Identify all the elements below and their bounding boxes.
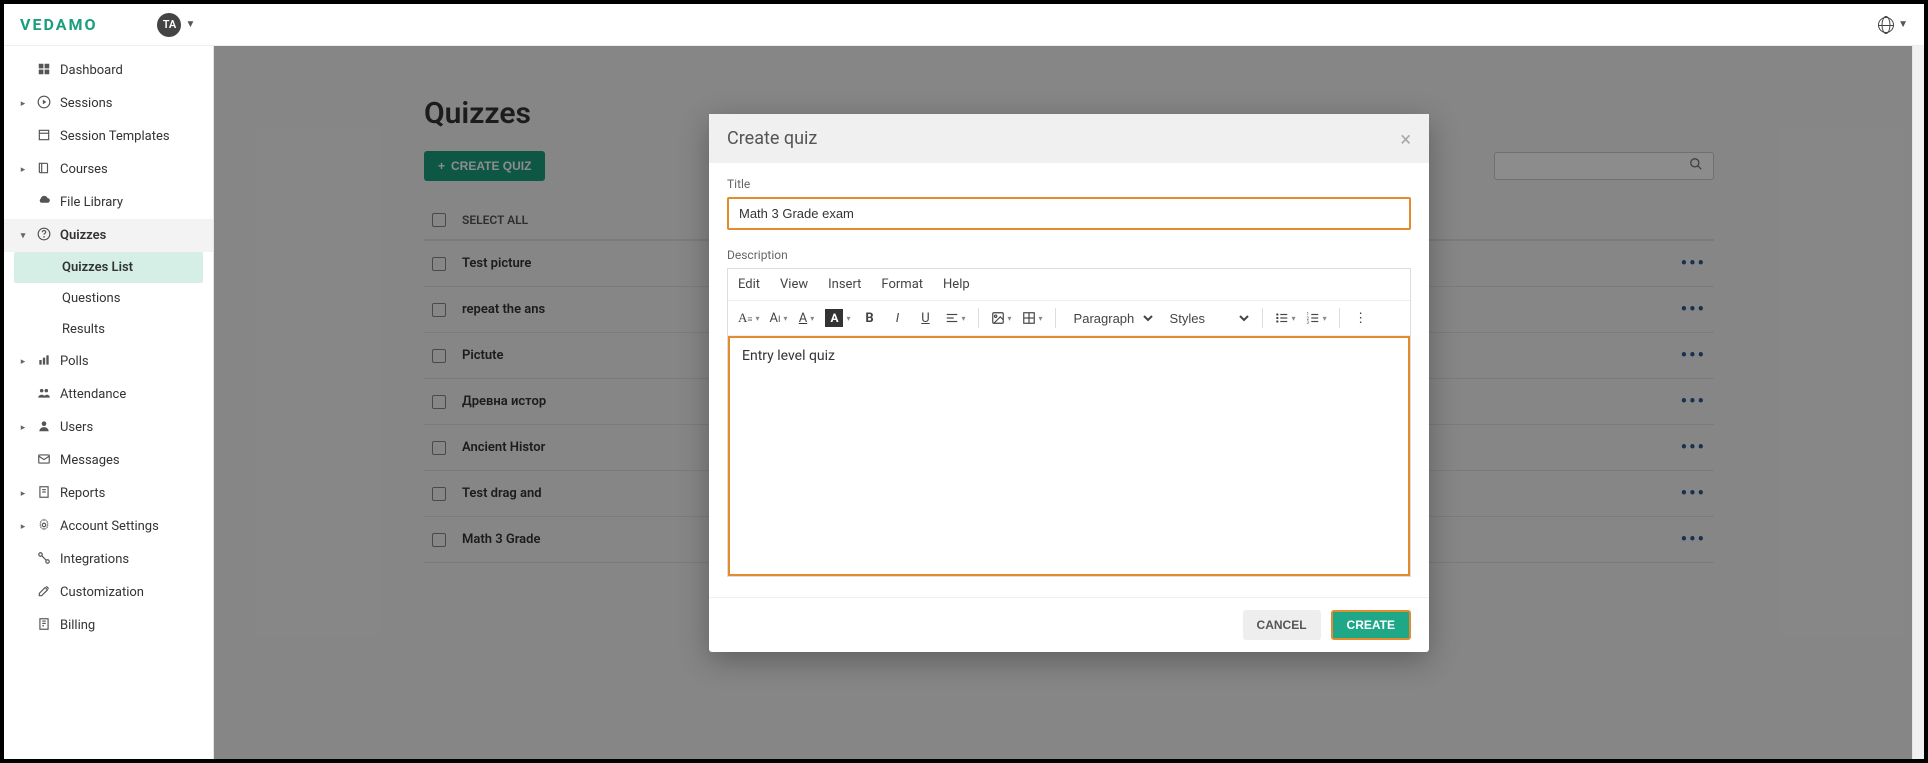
sidebar-item-label: Quizzes [60, 228, 106, 243]
menu-format[interactable]: Format [881, 277, 923, 292]
caret-icon: ▸ [18, 165, 28, 175]
sidebar-item-polls[interactable]: ▸ Polls [4, 345, 213, 378]
people-icon [36, 386, 52, 403]
text-color-tool[interactable]: A▾ [795, 305, 817, 331]
sidebar-item-label: Account Settings [60, 519, 159, 534]
book-icon [36, 161, 52, 178]
create-quiz-modal: Create quiz × Title Description Edit Vie… [709, 114, 1429, 652]
editor: Edit View Insert Format Help A≡▾ AI▾ A▾ … [727, 268, 1411, 577]
topbar: VEDAMO TA ▼ ▼ [4, 4, 1924, 46]
font-family-tool[interactable]: A≡▾ [736, 305, 761, 331]
report-icon [36, 485, 52, 502]
sidebar-item-file-library[interactable]: File Library [4, 186, 213, 219]
globe-icon [1878, 17, 1894, 33]
sidebar-item-reports[interactable]: ▸ Reports [4, 477, 213, 510]
sidebar-item-integrations[interactable]: Integrations [4, 543, 213, 576]
sidebar-item-attendance[interactable]: Attendance [4, 378, 213, 411]
billing-icon [36, 617, 52, 634]
user-menu[interactable]: TA ▼ [157, 13, 195, 37]
bold-tool[interactable]: B [859, 305, 881, 331]
caret-icon: ▸ [18, 99, 28, 109]
cancel-button[interactable]: CANCEL [1243, 610, 1321, 640]
sidebar-child-results[interactable]: Results [4, 314, 213, 345]
title-label: Title [727, 177, 1411, 191]
caret-icon: ▸ [18, 423, 28, 433]
bg-color-tool[interactable]: A▾ [823, 305, 852, 331]
language-menu[interactable]: ▼ [1878, 17, 1908, 33]
sidebar-item-account-settings[interactable]: ▸ Account Settings [4, 510, 213, 543]
cloud-icon [36, 194, 52, 211]
svg-text:3: 3 [1306, 320, 1309, 325]
sidebar-item-billing[interactable]: Billing [4, 609, 213, 642]
sidebar-item-label: Polls [60, 354, 89, 369]
sidebar-item-messages[interactable]: Messages [4, 444, 213, 477]
sidebar-item-label: Dashboard [60, 63, 123, 78]
play-icon [36, 95, 52, 112]
sidebar-item-label: Messages [60, 453, 120, 468]
menu-insert[interactable]: Insert [828, 277, 861, 292]
avatar: TA [157, 13, 181, 37]
quiz-title-input[interactable] [727, 197, 1411, 230]
sidebar-item-label: Sessions [60, 96, 113, 111]
italic-tool[interactable]: I [887, 305, 909, 331]
table-tool[interactable]: ▾ [1020, 305, 1045, 331]
paragraph-select[interactable]: Paragraph [1066, 306, 1156, 331]
sidebar-item-dashboard[interactable]: Dashboard [4, 54, 213, 87]
menu-help[interactable]: Help [943, 277, 970, 292]
help-icon [36, 227, 52, 244]
sidebar-item-label: Billing [60, 618, 95, 633]
menu-edit[interactable]: Edit [738, 277, 760, 292]
caret-icon: ▾ [18, 231, 28, 241]
image-tool[interactable]: ▾ [989, 305, 1014, 331]
sidebar-item-session-templates[interactable]: Session Templates [4, 120, 213, 153]
font-size-tool[interactable]: AI▾ [767, 305, 789, 331]
sidebar-item-label: Users [60, 420, 93, 435]
sidebar-item-courses[interactable]: ▸ Courses [4, 153, 213, 186]
sidebar-item-label: Courses [60, 162, 108, 177]
users-icon [36, 419, 52, 436]
integrations-icon [36, 551, 52, 568]
align-tool[interactable]: ▾ [943, 305, 968, 331]
description-label: Description [727, 248, 1411, 262]
mail-icon [36, 452, 52, 469]
caret-icon: ▸ [18, 489, 28, 499]
sidebar-item-label: File Library [60, 195, 123, 210]
sidebar-item-label: Reports [60, 486, 105, 501]
gear-icon [36, 518, 52, 535]
more-tool[interactable]: ⋮ [1350, 305, 1372, 331]
menu-view[interactable]: View [780, 277, 808, 292]
sidebar-item-label: Session Templates [60, 129, 170, 144]
number-list-tool[interactable]: 123▾ [1304, 305, 1329, 331]
sidebar-item-label: Integrations [60, 552, 129, 567]
modal-title: Create quiz [727, 128, 817, 149]
sidebar-item-label: Customization [60, 585, 144, 600]
styles-select[interactable]: Styles [1162, 306, 1252, 331]
chart-icon [36, 353, 52, 370]
template-icon [36, 128, 52, 145]
dashboard-icon [36, 62, 52, 79]
chevron-down-icon: ▼ [1898, 19, 1908, 30]
editor-body[interactable]: Entry level quiz [728, 336, 1410, 576]
main-content: Quizzes + CREATE QUIZ SELECT A [214, 46, 1924, 759]
sidebar: Dashboard ▸ Sessions Session Templates ▸ Cour… [4, 46, 214, 759]
bullet-list-tool[interactable]: ▾ [1273, 305, 1298, 331]
caret-icon: ▸ [18, 522, 28, 532]
brand-logo: VEDAMO [20, 15, 97, 34]
close-icon[interactable]: × [1400, 129, 1411, 149]
sidebar-item-sessions[interactable]: ▸ Sessions [4, 87, 213, 120]
sidebar-item-quizzes[interactable]: ▾ Quizzes [4, 219, 213, 252]
chevron-down-icon: ▼ [185, 19, 195, 30]
sidebar-item-label: Attendance [60, 387, 126, 402]
create-button[interactable]: CREATE [1331, 610, 1411, 640]
caret-icon: ▸ [18, 357, 28, 367]
sidebar-child-questions[interactable]: Questions [4, 283, 213, 314]
underline-tool[interactable]: U [915, 305, 937, 331]
scrollbar[interactable] [1912, 46, 1924, 759]
sidebar-item-customization[interactable]: Customization [4, 576, 213, 609]
tools-icon [36, 584, 52, 601]
sidebar-item-users[interactable]: ▸ Users [4, 411, 213, 444]
sidebar-child-quizzes-list[interactable]: Quizzes List [14, 252, 203, 283]
